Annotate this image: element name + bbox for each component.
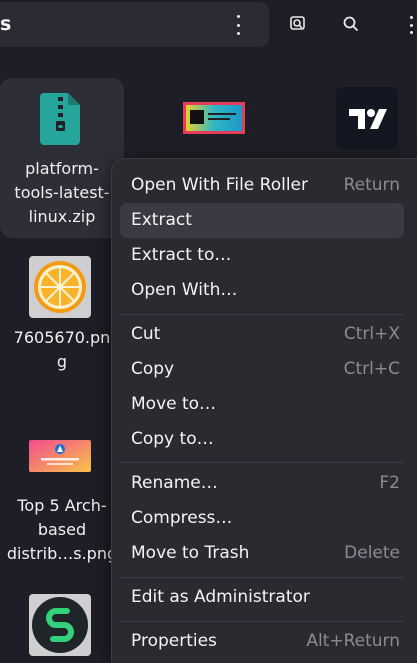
file-item-platform-tools[interactable]: platform- tools-latest- linux.zip	[0, 78, 124, 238]
menu-item-label: Copy to…	[131, 429, 214, 449]
menu-separator	[120, 621, 404, 622]
menu-item-label: Properties	[131, 631, 217, 651]
current-folder-label: s	[0, 13, 12, 35]
menu-item-label: Copy	[131, 359, 175, 379]
context-menu: Open With File Roller Return Extract Ext…	[111, 158, 417, 663]
file-name-line: tools-latest-	[14, 183, 110, 202]
main-menu-vertical-ellipsis-icon[interactable]	[409, 16, 413, 34]
file-item-tradingview[interactable]	[336, 87, 398, 149]
menu-item-accelerator: Delete	[344, 543, 400, 563]
menu-item-open-with-file-roller[interactable]: Open With File Roller Return	[120, 168, 404, 203]
menu-item-rename[interactable]: Rename… F2	[120, 466, 404, 501]
file-item-app-logo[interactable]	[29, 594, 91, 656]
header-bar: s	[0, 0, 417, 50]
file-name-line: linux.zip	[28, 207, 96, 226]
menu-item-copy[interactable]: Copy Ctrl+C	[120, 352, 404, 387]
zip-archive-icon	[40, 93, 80, 149]
menu-item-accelerator: Ctrl+C	[343, 359, 400, 379]
menu-separator	[120, 314, 404, 315]
menu-separator	[120, 577, 404, 578]
menu-item-edit-as-administrator[interactable]: Edit as Administrator	[120, 580, 404, 615]
menu-separator	[120, 462, 404, 463]
menu-item-accelerator: Ctrl+X	[343, 324, 400, 344]
menu-item-compress[interactable]: Compress…	[120, 501, 404, 536]
image-filter-icon[interactable]	[283, 9, 313, 39]
menu-item-move-to-trash[interactable]: Move to Trash Delete	[120, 536, 404, 571]
menu-item-cut[interactable]: Cut Ctrl+X	[120, 317, 404, 352]
file-name-line: platform-	[25, 159, 99, 178]
file-name-line: 7605670.pn	[13, 328, 111, 347]
menu-item-extract[interactable]: Extract	[120, 203, 404, 238]
file-name-line: g	[56, 352, 68, 371]
menu-item-extract-to[interactable]: Extract to…	[120, 238, 404, 273]
menu-item-label: Extract to…	[131, 245, 232, 265]
file-manager-window: s platform- tools-latest- linux.zip 7605…	[0, 0, 417, 663]
image-thumbnail	[183, 102, 245, 134]
file-name-line: distrib…s.png	[6, 544, 118, 563]
menu-item-copy-to[interactable]: Copy to…	[120, 422, 404, 457]
menu-item-accelerator: Return	[343, 175, 400, 195]
menu-item-label: Move to Trash	[131, 543, 250, 563]
menu-item-accelerator: Alt+Return	[306, 631, 400, 651]
menu-item-label: Extract	[131, 210, 192, 230]
menu-item-move-to[interactable]: Move to…	[120, 387, 404, 422]
menu-item-label: Cut	[131, 324, 161, 344]
file-item-top5-arch[interactable]: Top 5 Arch- based distrib…s.png	[0, 440, 124, 566]
menu-item-label: Edit as Administrator	[131, 587, 310, 607]
file-name-line: based	[37, 520, 87, 539]
file-name-line: Top 5 Arch-	[17, 496, 107, 515]
menu-item-open-with[interactable]: Open With…	[120, 273, 404, 308]
search-icon[interactable]	[336, 9, 366, 39]
tradingview-logo	[336, 87, 398, 149]
menu-item-label: Move to…	[131, 394, 217, 414]
vertical-ellipsis-icon[interactable]	[236, 15, 240, 35]
menu-item-label: Compress…	[131, 508, 233, 528]
menu-item-label: Rename…	[131, 473, 218, 493]
path-bar[interactable]: s	[0, 2, 269, 47]
simplenote-logo	[29, 594, 91, 656]
file-item-image-thumbnail[interactable]	[183, 102, 245, 134]
arch-banner-image	[29, 440, 91, 472]
menu-item-properties[interactable]: Properties Alt+Return	[120, 624, 404, 659]
menu-item-accelerator: F2	[379, 473, 400, 493]
orange-slice-image	[29, 256, 91, 318]
menu-item-label: Open With File Roller	[131, 175, 309, 195]
menu-item-label: Open With…	[131, 280, 238, 300]
file-item-7605670[interactable]: 7605670.pn g	[0, 256, 124, 376]
